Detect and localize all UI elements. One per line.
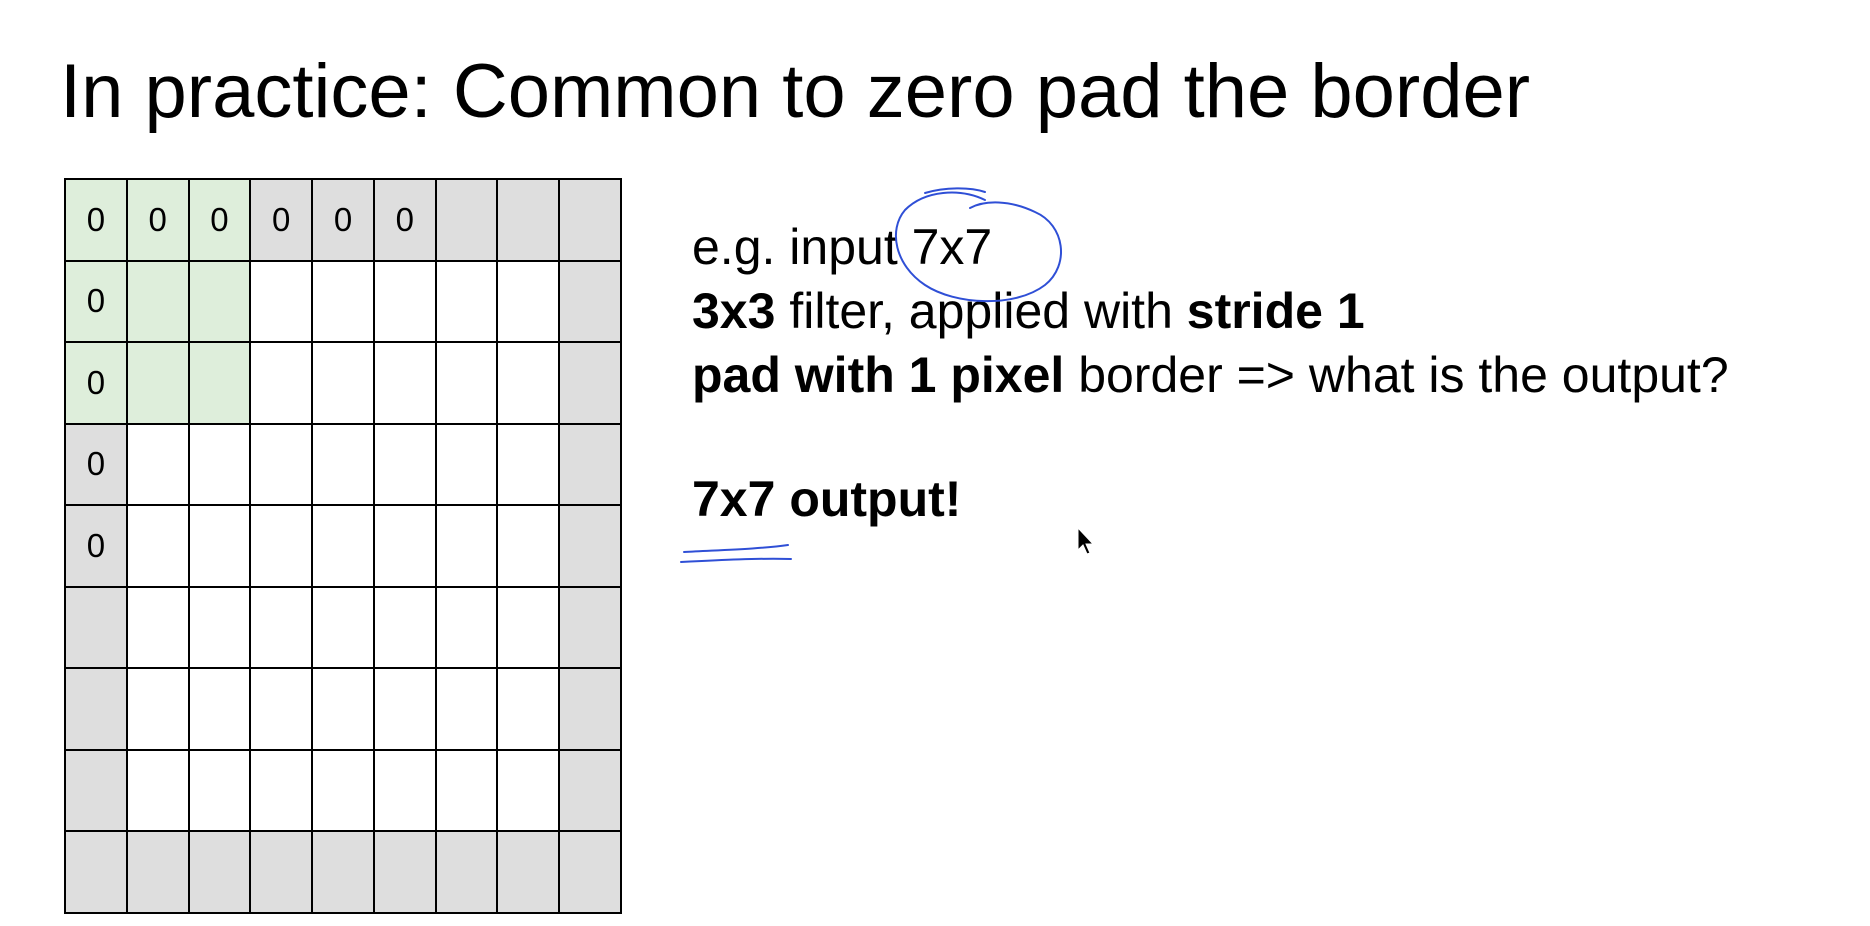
input-cell (251, 750, 314, 833)
padding-cell (498, 180, 561, 262)
padding-cell: 0 (374, 180, 437, 262)
padding-cell (560, 669, 622, 751)
padding-cell (560, 343, 622, 425)
padding-cell: 0 (66, 343, 128, 425)
input-cell (374, 587, 437, 670)
padding-cell (436, 832, 499, 914)
input-cell (498, 669, 561, 751)
padding-question-line: pad with 1 pixel border => what is the o… (692, 343, 1729, 407)
padding-cell: 0 (66, 261, 128, 344)
input-cell (251, 587, 314, 670)
input-size-line: e.g. input 7x7 (692, 219, 993, 275)
input-cell (313, 343, 375, 425)
filter-stride-line: 3x3 filter, applied with stride 1 (692, 279, 1729, 343)
padding-cell (498, 832, 561, 914)
input-cell (127, 343, 190, 425)
stride-text: stride 1 (1186, 283, 1365, 339)
padding-cell (560, 750, 622, 833)
padding-cell (436, 180, 499, 262)
padding-cell: 0 (189, 180, 252, 262)
explanation-text: e.g. input 7x7 3x3 filter, applied with … (692, 215, 1729, 407)
input-cell (313, 424, 375, 507)
input-cell (127, 669, 190, 751)
input-cell (251, 343, 314, 425)
input-cell (313, 750, 375, 833)
input-cell (127, 261, 190, 344)
ink-circle-tail (924, 187, 986, 194)
input-cell (498, 587, 561, 670)
input-cell (251, 424, 314, 507)
input-cell (189, 669, 252, 751)
input-cell (436, 506, 499, 588)
input-cell (374, 261, 437, 344)
input-cell (251, 261, 314, 344)
input-cell (189, 587, 252, 670)
padding-cell (127, 832, 190, 914)
padding-cell (560, 180, 622, 262)
input-cell (436, 669, 499, 751)
padding-cell: 0 (313, 180, 375, 262)
input-cell (374, 506, 437, 588)
input-cell (313, 506, 375, 588)
slide-title: In practice: Common to zero pad the bord… (60, 49, 1531, 134)
input-cell (498, 343, 561, 425)
ink-underline-lower (680, 557, 792, 563)
input-cell (436, 587, 499, 670)
mouse-cursor-icon (1077, 526, 1095, 555)
padding-cell (66, 587, 128, 670)
input-cell (374, 750, 437, 833)
input-cell (436, 343, 499, 425)
input-cell (374, 669, 437, 751)
padding-cell (251, 832, 314, 914)
input-cell (189, 506, 252, 588)
input-cell (436, 261, 499, 344)
padded-input-grid: 0000000000 (64, 178, 622, 914)
padding-cell (189, 832, 252, 914)
padding-cell (374, 832, 437, 914)
question-text: border => what is the output? (1064, 347, 1729, 403)
input-cell (498, 506, 561, 588)
input-cell (313, 669, 375, 751)
ink-underline-upper (683, 544, 789, 553)
input-cell (127, 506, 190, 588)
input-cell (189, 750, 252, 833)
padding-cell (560, 424, 622, 507)
padding-cell: 0 (127, 180, 190, 262)
padding-cell: 0 (66, 424, 128, 507)
padding-cell (560, 506, 622, 588)
padding-cell (313, 832, 375, 914)
input-cell (127, 587, 190, 670)
input-cell (189, 261, 252, 344)
padding-cell: 0 (66, 180, 128, 262)
padding-cell (560, 261, 622, 344)
filter-size-text: 3x3 (692, 283, 776, 339)
filter-applied-text: filter, applied with (775, 283, 1187, 339)
padding-cell: 0 (251, 180, 314, 262)
padding-cell (560, 587, 622, 670)
input-cell (498, 424, 561, 507)
output-answer: 7x7 output! (692, 471, 962, 527)
input-cell (127, 750, 190, 833)
input-cell (498, 750, 561, 833)
padding-cell (66, 832, 128, 914)
input-cell (251, 669, 314, 751)
input-cell (189, 424, 252, 507)
input-cell (374, 343, 437, 425)
input-cell (436, 424, 499, 507)
input-cell (127, 424, 190, 507)
padding-cell: 0 (66, 506, 128, 588)
input-cell (313, 261, 375, 344)
input-cell (374, 424, 437, 507)
input-cell (251, 506, 314, 588)
input-cell (436, 750, 499, 833)
input-cell (313, 587, 375, 670)
pad-amount-text: pad with 1 pixel (692, 347, 1065, 403)
padding-cell (560, 832, 622, 914)
padding-cell (66, 669, 128, 751)
padding-cell (66, 750, 128, 833)
input-cell (498, 261, 561, 344)
input-cell (189, 343, 252, 425)
